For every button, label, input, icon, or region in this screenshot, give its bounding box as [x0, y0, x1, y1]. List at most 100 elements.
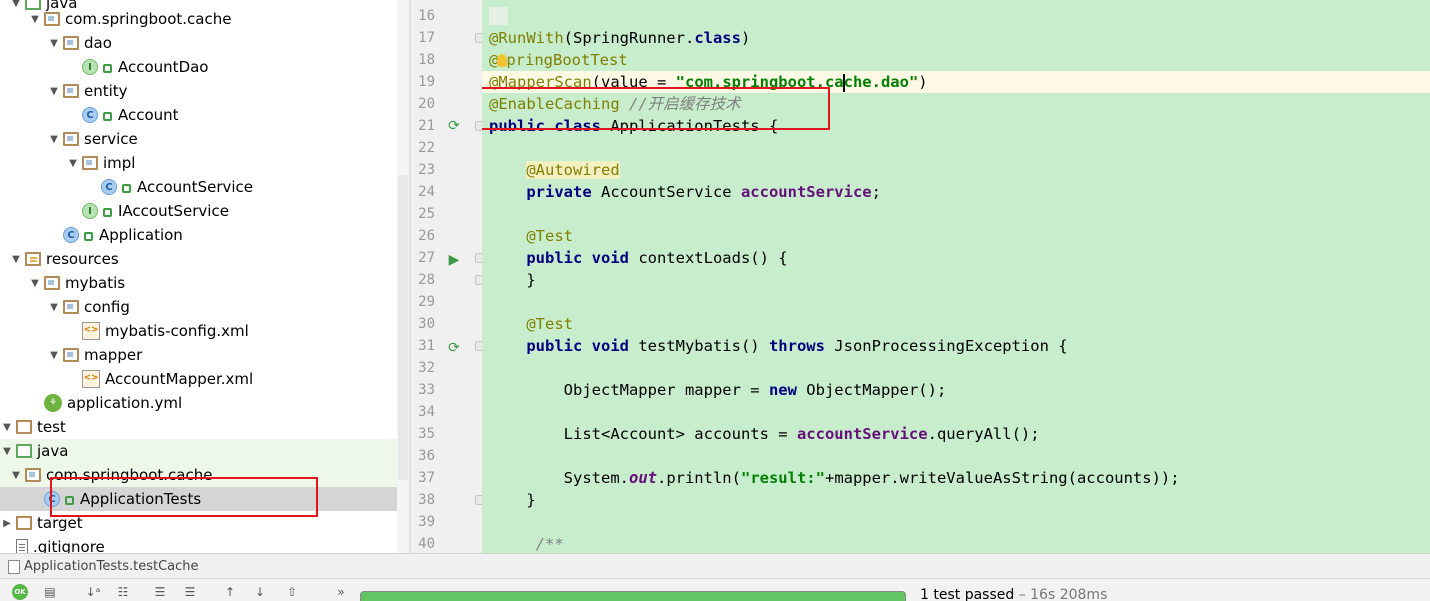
tree-item[interactable]: ▼ com.springboot.cache — [0, 7, 397, 31]
folder-icon — [16, 516, 32, 530]
collapse-arrow-icon[interactable]: ▼ — [47, 86, 61, 97]
run-tab[interactable]: ApplicationTests.testCache — [0, 555, 1430, 579]
line-number: 20 — [418, 96, 435, 112]
tree-item[interactable]: ▼ service — [0, 127, 397, 151]
tree-item-label: resources — [46, 250, 119, 268]
test-progress-bar — [360, 591, 906, 601]
tree-item-label: AccountService — [137, 178, 254, 196]
xml-file-icon: <> — [82, 370, 100, 388]
collapse-arrow-icon[interactable]: ▼ — [28, 278, 42, 289]
line-number: 19 — [418, 74, 435, 90]
sort-alpha-icon[interactable]: ↓ᵃ — [85, 584, 101, 600]
previous-test-icon[interactable]: ↑ — [222, 584, 238, 600]
tree-item[interactable]: ▼ mapper — [0, 343, 397, 367]
run-test-class-icon[interactable]: ⟳ — [446, 118, 462, 134]
tree-item[interactable]: ▼CAccountService — [0, 175, 397, 199]
collapse-all-icon[interactable]: ☰ — [182, 584, 198, 600]
export-results-icon[interactable]: ⇧ — [284, 584, 300, 600]
code-editor[interactable]: @RunWith(SpringRunner.class) @ pringBootT… — [482, 0, 1430, 553]
show-ignored-icon[interactable]: ▤ — [42, 584, 58, 600]
tree-item-label: IAccoutService — [118, 202, 229, 220]
collapse-arrow-icon[interactable]: ▼ — [0, 446, 14, 457]
package-folder-icon — [44, 276, 60, 290]
tree-item-label: Account — [118, 106, 179, 124]
tests-passed-icon[interactable]: OK — [12, 584, 28, 600]
collapse-arrow-icon[interactable]: ▼ — [9, 470, 23, 481]
tree-item-label: config — [84, 298, 130, 316]
run-test-icon[interactable]: ▶ — [446, 252, 462, 268]
tree-item[interactable]: ▼⚘application.yml — [0, 391, 397, 415]
tree-item[interactable]: ▼ dao — [0, 31, 397, 55]
tree-item-label: application.yml — [67, 394, 183, 412]
package-folder-icon — [44, 12, 60, 26]
tree-item-label: mybatis-config.xml — [105, 322, 249, 340]
tree-item[interactable]: ▼ impl — [0, 151, 397, 175]
line-number: 23 — [418, 162, 435, 178]
code-line-38: } — [489, 491, 536, 509]
line-number: 25 — [418, 206, 435, 222]
line-number: 32 — [418, 360, 435, 376]
line-number: 36 — [418, 448, 435, 464]
tree-item-label: com.springboot.cache — [65, 10, 232, 28]
tree-item-label: mybatis — [65, 274, 126, 292]
tree-item[interactable]: ▼ java — [0, 439, 397, 463]
code-line-27: public void contextLoads() { — [526, 249, 788, 267]
tree-item[interactable]: ▼ entity — [0, 79, 397, 103]
line-number: 37 — [418, 470, 435, 486]
more-actions-icon[interactable]: » — [333, 584, 349, 600]
next-test-icon[interactable]: ↓ — [252, 584, 268, 600]
expand-all-icon[interactable]: ☰ — [152, 584, 168, 600]
collapse-arrow-icon[interactable]: ▼ — [0, 422, 14, 433]
code-line-26: @Test — [526, 227, 573, 245]
sort-duration-icon[interactable]: ☷ — [115, 584, 131, 600]
tree-item[interactable]: ▼IIAccoutService — [0, 199, 397, 223]
test-class-icon: C — [44, 491, 60, 507]
class-icon: C — [101, 179, 117, 195]
collapse-arrow-icon[interactable]: ▼ — [47, 302, 61, 313]
tree-item[interactable]: ▼ resources — [0, 247, 397, 271]
code-line-40: /** — [535, 535, 564, 553]
tree-item[interactable]: ▼ test — [0, 415, 397, 439]
line-number: 34 — [418, 404, 435, 420]
tree-item[interactable]: ▼ config — [0, 295, 397, 319]
tree-item[interactable]: ▼<>AccountMapper.xml — [0, 367, 397, 391]
tree-item[interactable]: ▼IAccountDao — [0, 55, 397, 79]
line-number: 16 — [418, 8, 435, 24]
collapse-arrow-icon[interactable]: ▼ — [47, 350, 61, 361]
tree-item-label: entity — [84, 82, 128, 100]
access-lock-icon — [84, 231, 93, 241]
project-tree: ▼ java ▼ com.springboot.cache ▼ dao ▼ I AccountD… — [0, 0, 411, 557]
tree-item-label: impl — [103, 154, 136, 172]
tree-item[interactable]: ▼CAccount — [0, 103, 397, 127]
tree-item[interactable]: ▼ com.springboot.cache — [0, 463, 397, 487]
line-number: 18 — [418, 52, 435, 68]
tree-item[interactable]: ▼CApplication — [0, 223, 397, 247]
collapse-arrow-icon[interactable]: ▼ — [28, 14, 42, 25]
tree-item-label: ApplicationTests — [80, 490, 202, 508]
code-line-16 — [489, 5, 508, 27]
tree-item[interactable]: ▼<>mybatis-config.xml — [0, 319, 397, 343]
line-number: 21 — [418, 118, 435, 134]
collapse-arrow-icon[interactable]: ▼ — [66, 158, 80, 169]
run-test-icon[interactable]: ⟳ — [446, 340, 462, 356]
line-number: 24 — [418, 184, 435, 200]
tree-item-label: dao — [84, 34, 112, 52]
tree-item-label: Application — [99, 226, 183, 244]
collapse-arrow-icon[interactable]: ▼ — [47, 134, 61, 145]
line-number: 27 — [418, 250, 435, 266]
code-line-20: @EnableCaching //开启缓存技术 — [489, 95, 741, 113]
interface-icon: I — [82, 59, 98, 75]
tree-scrollbar[interactable] — [397, 0, 409, 557]
collapse-arrow-icon[interactable]: ▼ — [9, 254, 23, 265]
code-line-18: @ pringBootTest — [489, 51, 628, 69]
tree-item[interactable]: ▼CApplicationTests — [0, 487, 397, 511]
access-lock-icon — [103, 207, 112, 217]
xml-file-icon: <> — [82, 322, 100, 340]
line-number: 31 — [418, 338, 435, 354]
tree-item-label: service — [84, 130, 138, 148]
expand-arrow-icon[interactable]: ▶ — [0, 518, 14, 529]
tree-item[interactable]: ▼ mybatis — [0, 271, 397, 295]
code-line-35: List<Account> accounts = accountService.… — [489, 425, 1040, 443]
tree-item[interactable]: ▶ target — [0, 511, 397, 535]
collapse-arrow-icon[interactable]: ▼ — [47, 38, 61, 49]
